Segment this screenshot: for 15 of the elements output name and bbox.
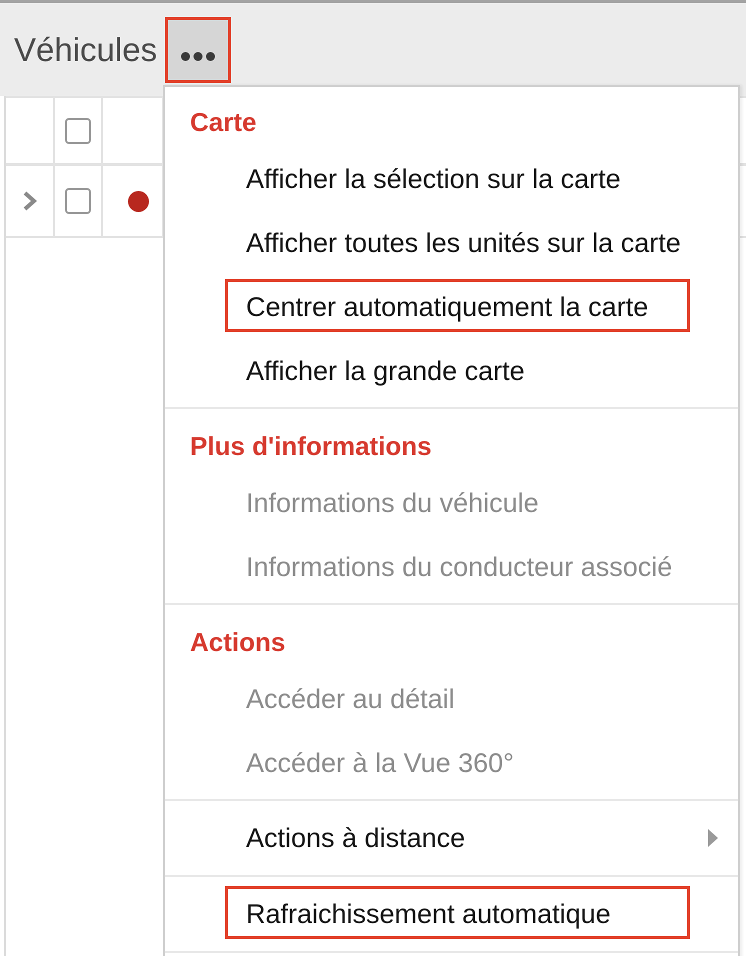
section-heading: Actions [189,626,286,659]
menu-item[interactable]: Afficher la grande carte [165,339,738,403]
checkbox[interactable] [65,188,91,214]
menu-item[interactable]: Afficher la sélection sur la carte [165,147,738,211]
section-heading: Plus d'informations [189,430,433,463]
chevron-right-icon[interactable] [22,191,38,211]
menu-item[interactable]: Actions à distance [165,806,738,870]
menu-item[interactable]: Centrer automatiquement la carte [165,275,738,339]
menu-item[interactable]: Afficher toutes les unités sur la carte [165,211,738,275]
more-button[interactable] [165,16,232,82]
more-icon [181,52,216,60]
menu-item[interactable]: Rafraichissement automatique [165,882,738,946]
page-title: Véhicules [14,30,158,70]
section-heading: Carte [189,106,258,139]
checkbox[interactable] [65,118,91,144]
